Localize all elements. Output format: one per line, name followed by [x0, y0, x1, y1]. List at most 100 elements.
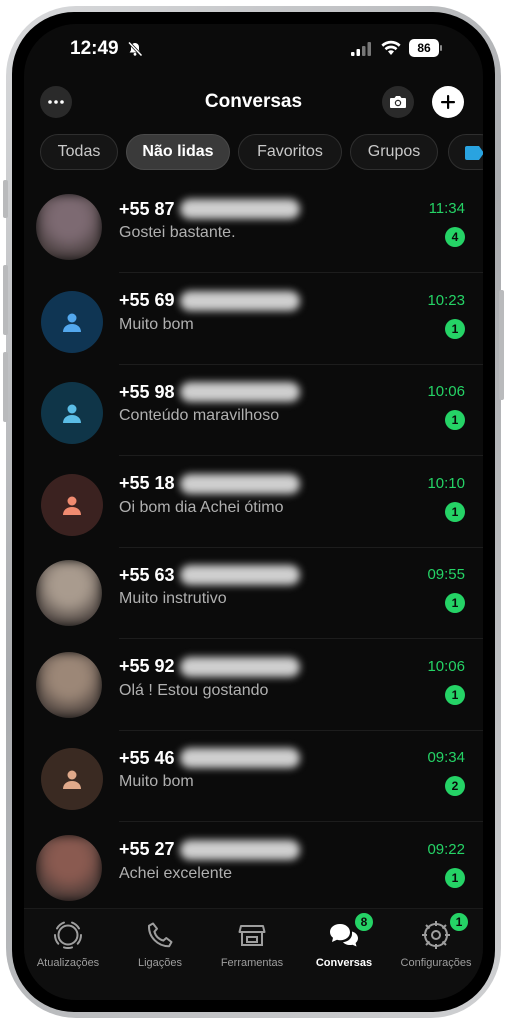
avatar[interactable] — [41, 748, 103, 810]
chat-time: 09:34 — [427, 749, 465, 766]
chat-row[interactable]: +55 46 Muito bom 09:34 2 — [24, 731, 483, 822]
chat-row[interactable]: +55 18 Oi bom dia Achei ótimo 10:10 1 — [24, 457, 483, 548]
chat-name-wrap: +55 98 — [119, 380, 300, 404]
redacted-number — [179, 565, 300, 585]
avatar-photo — [36, 834, 102, 901]
redacted-number — [179, 656, 300, 677]
nav-tab-ligacoes[interactable]: Ligações — [114, 917, 206, 987]
chat-name-wrap: +55 87 — [119, 197, 300, 221]
chat-preview: Gostei bastante. — [119, 224, 236, 241]
screen: 12:49 86 Conversas Todas Não lidas Favor… — [24, 24, 483, 1000]
status-bar: 12:49 86 — [24, 36, 483, 66]
chat-name: +55 27 — [119, 839, 175, 859]
filter-chip-favoritos[interactable]: Favoritos — [238, 134, 342, 170]
chat-row[interactable]: +55 69 Muito bom 10:23 1 — [24, 274, 483, 365]
unread-badge: 1 — [445, 501, 465, 522]
filter-chip-todas[interactable]: Todas — [40, 134, 118, 170]
nav-badge-configuracoes: 1 — [448, 911, 470, 933]
signal-icon — [351, 42, 371, 56]
redacted-number — [179, 290, 300, 311]
unread-badge: 1 — [445, 318, 465, 339]
chat-name: +55 63 — [119, 564, 175, 585]
avatar[interactable] — [36, 834, 102, 901]
redacted-number — [179, 839, 300, 860]
person-icon — [63, 313, 81, 332]
chat-row[interactable]: +55 27 Achei excelente 09:22 1 — [24, 823, 483, 914]
person-icon — [63, 404, 81, 423]
chat-preview: Olá ! Estou gostando — [119, 681, 269, 699]
chat-time: 11:34 — [428, 200, 465, 217]
page-title: Conversas — [204, 91, 303, 112]
wifi-icon — [381, 40, 401, 55]
new-chat-button[interactable] — [432, 86, 464, 118]
chat-row[interactable]: +55 87 Gostei bastante. 11:34 4 — [24, 182, 483, 273]
avatar[interactable] — [36, 651, 102, 718]
nav-label-atualizacoes: Atualizações — [36, 957, 100, 969]
unread-badge: 1 — [445, 593, 465, 613]
avatar[interactable] — [41, 290, 103, 353]
nav-tab-atualizacoes[interactable]: Atualizações — [24, 917, 114, 987]
filter-chip-nao-lidas[interactable]: Não lidas — [126, 134, 230, 170]
chat-name: +55 18 — [119, 473, 175, 493]
redacted-number — [179, 199, 300, 219]
chat-name-wrap: +55 27 — [119, 838, 300, 862]
avatar[interactable] — [36, 194, 102, 260]
chat-name-wrap: +55 92 — [119, 655, 300, 679]
nav-label-ligacoes: Ligações — [137, 957, 183, 969]
chat-preview: Muito bom — [119, 315, 194, 333]
chat-name: +55 98 — [119, 381, 175, 402]
volume-down-button — [3, 352, 8, 422]
avatar[interactable] — [41, 473, 103, 536]
chat-time: 10:06 — [427, 657, 465, 675]
chat-time: 10:23 — [427, 291, 465, 309]
nav-tab-configuracoes[interactable]: 1 Configurações — [390, 911, 482, 987]
phone-icon — [147, 922, 173, 948]
avatar[interactable] — [36, 560, 102, 626]
avatar[interactable] — [41, 382, 103, 444]
chat-time: 10:10 — [427, 474, 465, 492]
nav-tab-conversas[interactable]: 8 Conversas — [298, 911, 390, 987]
chat-name: +55 92 — [119, 656, 175, 676]
filter-chip-labels[interactable] — [448, 134, 483, 170]
store-icon — [238, 925, 266, 946]
redacted-number — [179, 382, 300, 402]
unread-badge: 2 — [445, 776, 465, 796]
label-tag-icon — [465, 146, 483, 160]
filter-chip-grupos[interactable]: Grupos — [350, 134, 438, 170]
nav-label-configuracoes: Configurações — [400, 957, 472, 969]
bottom-nav: Atualizações Ligações Ferramentas 8 Conv… — [24, 908, 483, 1000]
person-icon — [63, 770, 81, 789]
battery-nub — [440, 45, 442, 51]
avatar-photo — [36, 651, 102, 718]
chat-name: +55 46 — [119, 747, 175, 768]
nav-label-ferramentas: Ferramentas — [220, 957, 284, 969]
camera-button[interactable] — [382, 86, 414, 118]
chat-name-wrap: +55 63 — [119, 563, 300, 587]
updates-icon — [53, 921, 83, 950]
person-icon — [63, 496, 81, 515]
action-button — [3, 180, 8, 218]
chat-row[interactable]: +55 92 Olá ! Estou gostando 10:06 1 — [24, 640, 483, 731]
volume-up-button — [3, 265, 8, 335]
avatar-photo — [36, 194, 102, 260]
nav-badge-conversas: 8 — [353, 911, 375, 933]
chat-name-wrap: +55 18 — [119, 472, 300, 496]
chat-row[interactable]: +55 63 Muito instrutivo 09:55 1 — [24, 548, 483, 639]
unread-badge: 1 — [445, 410, 465, 430]
nav-tab-ferramentas[interactable]: Ferramentas — [206, 917, 298, 987]
chat-preview: Achei excelente — [119, 864, 232, 882]
chat-name: +55 87 — [119, 198, 175, 219]
plus-icon — [441, 95, 455, 109]
chat-time: 09:22 — [427, 840, 465, 858]
chat-row[interactable]: +55 98 Conteúdo maravilhoso 10:06 1 — [24, 365, 483, 456]
chat-name: +55 69 — [119, 290, 175, 310]
chat-name-wrap: +55 69 — [119, 289, 300, 313]
avatar-photo — [36, 560, 102, 626]
camera-icon — [390, 96, 406, 108]
nav-label-conversas: Conversas — [315, 957, 373, 969]
battery-level: 86 — [409, 39, 439, 57]
redacted-number — [179, 473, 300, 494]
chat-name-wrap: +55 46 — [119, 746, 300, 770]
power-button — [499, 290, 504, 400]
chat-preview: Muito instrutivo — [119, 590, 227, 607]
